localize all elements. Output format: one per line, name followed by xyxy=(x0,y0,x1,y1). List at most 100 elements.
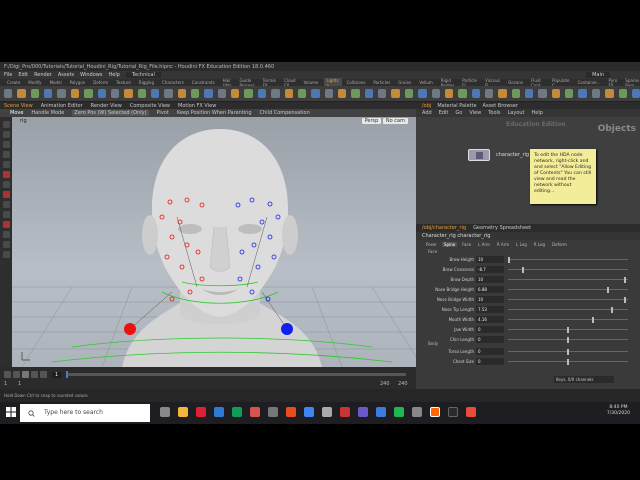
tab-params[interactable]: /obj/character_rig xyxy=(422,225,466,231)
param-value-field[interactable]: 7.53 xyxy=(476,306,504,313)
play-button[interactable] xyxy=(22,371,29,378)
camera-tool-icon[interactable] xyxy=(2,241,10,248)
shelf-tool-icon[interactable] xyxy=(44,89,53,98)
shelf-tool-icon[interactable] xyxy=(191,89,200,98)
param-slider[interactable] xyxy=(508,319,628,320)
tab-obj[interactable]: /obj xyxy=(422,103,431,109)
net-menu-edit[interactable]: Edit xyxy=(439,110,449,116)
desktop-selector[interactable]: Technical xyxy=(125,72,161,78)
shelf-tool-icon[interactable] xyxy=(578,89,587,98)
range-end-field[interactable]: 240 xyxy=(380,381,390,387)
app-icon-2[interactable] xyxy=(214,407,224,417)
shelf-tool-icon[interactable] xyxy=(351,89,360,98)
range-start-field[interactable]: 1 xyxy=(4,381,7,387)
move-tool-icon[interactable] xyxy=(2,131,10,138)
net-menu-view[interactable]: View xyxy=(469,110,481,116)
net-menu-add[interactable]: Add xyxy=(422,110,432,116)
param-value-field[interactable]: 4.16 xyxy=(476,316,504,323)
param-value-field[interactable]: 0 xyxy=(476,326,504,333)
param-slider-handle[interactable] xyxy=(623,277,626,283)
app-icon-4[interactable] xyxy=(250,407,260,417)
menu-edit[interactable]: Edit xyxy=(18,72,28,78)
menu-assets[interactable]: Assets xyxy=(58,72,74,78)
child-compensation-toggle[interactable]: Child Compensation xyxy=(260,110,310,116)
net-menu-tools[interactable]: Tools xyxy=(488,110,500,116)
shelf-tool-icon[interactable] xyxy=(498,89,507,98)
shelf-tool-icon[interactable] xyxy=(458,89,467,98)
shelf-tool-icon[interactable] xyxy=(137,89,146,98)
shelf-tool-icon[interactable] xyxy=(324,89,333,98)
frame-slider[interactable] xyxy=(66,373,406,376)
shelf-tool-icon[interactable] xyxy=(4,89,13,98)
magnet-tool-icon[interactable] xyxy=(2,221,10,228)
shelf-tab[interactable]: Characters xyxy=(159,80,187,85)
param-slider-handle[interactable] xyxy=(591,317,594,323)
shelf-tool-icon[interactable] xyxy=(57,89,66,98)
view-tool-icon[interactable] xyxy=(2,181,10,188)
param-slider-handle[interactable] xyxy=(610,307,613,313)
go-end-button[interactable] xyxy=(40,371,47,378)
shelf-tool-icon[interactable] xyxy=(538,89,547,98)
shelf-tool-icon[interactable] xyxy=(97,89,106,98)
shelf-tool-icon[interactable] xyxy=(257,89,267,98)
move-tool-label[interactable]: Move xyxy=(10,110,23,116)
param-slider-handle[interactable] xyxy=(522,267,525,273)
shelf-tool-icon[interactable] xyxy=(391,89,400,98)
shelf-tool-icon[interactable] xyxy=(471,89,480,98)
shelf-tab[interactable]: Collisions xyxy=(344,80,369,85)
frame-cursor[interactable] xyxy=(66,371,68,378)
shelf-tool-icon[interactable] xyxy=(605,89,614,98)
tab-asset-browser[interactable]: Asset Browser xyxy=(483,103,519,109)
shelf-tool-icon[interactable] xyxy=(337,89,347,98)
shelf-tool-icon[interactable] xyxy=(551,89,561,98)
shelf-tab[interactable]: Constraints xyxy=(189,80,218,85)
param-folder-tab[interactable]: R Leg xyxy=(532,242,547,247)
tab-animation-editor[interactable]: Animation Editor xyxy=(41,103,83,109)
shelf-tool-icon[interactable] xyxy=(177,89,187,98)
param-slider-handle[interactable] xyxy=(607,287,610,293)
left-shoulder-control[interactable] xyxy=(124,323,136,335)
shelf-tool-icon[interactable] xyxy=(244,89,253,98)
param-slider[interactable] xyxy=(508,289,628,290)
step-forward-button[interactable] xyxy=(31,371,38,378)
shelf-tool-icon[interactable] xyxy=(204,89,213,98)
handle-mode-toggle[interactable]: Handle Mode xyxy=(31,110,64,116)
shelf-tool-icon[interactable] xyxy=(164,89,173,98)
param-value-field[interactable]: 0 xyxy=(476,358,504,365)
shelf-tab[interactable]: Texture xyxy=(113,80,134,85)
shelf-tool-icon[interactable] xyxy=(70,89,80,98)
shelf-tab[interactable]: Create xyxy=(4,80,23,85)
lasso-tool-icon[interactable] xyxy=(2,211,10,218)
snap-tool-icon[interactable] xyxy=(2,191,10,198)
app-icon-5[interactable] xyxy=(268,407,278,417)
grid-tool-icon[interactable] xyxy=(2,231,10,238)
app-icon-3[interactable] xyxy=(232,407,242,417)
param-folder-tab[interactable]: Poser xyxy=(424,242,439,247)
param-folder-tab[interactable]: Deform xyxy=(550,242,569,247)
app-icon-10[interactable] xyxy=(358,407,368,417)
select-tool-icon[interactable] xyxy=(2,121,10,128)
app-icon-7[interactable] xyxy=(304,407,314,417)
shelf-tab[interactable]: Particles xyxy=(370,80,393,85)
tab-scene-view[interactable]: Scene View xyxy=(4,103,33,109)
shelf-tab[interactable]: Container... xyxy=(575,80,604,85)
keys-channels-button[interactable]: Keys, 0/0 channels xyxy=(554,376,614,383)
rotate-tool-icon[interactable] xyxy=(2,141,10,148)
shelf-tab[interactable]: Rigging xyxy=(136,80,157,85)
menu-help[interactable]: Help xyxy=(108,72,119,78)
param-folder-tab[interactable]: R Arm xyxy=(495,242,511,247)
shelf-tool-icon[interactable] xyxy=(150,89,160,98)
app-icon-1[interactable] xyxy=(196,407,206,417)
shelf-tool-icon[interactable] xyxy=(364,89,374,98)
menu-render[interactable]: Render xyxy=(34,72,52,78)
shelf-tool-icon[interactable] xyxy=(124,89,133,98)
node-name-field[interactable]: Character_rig character_rig xyxy=(422,233,490,239)
app-icon-12[interactable] xyxy=(412,407,422,417)
range-start-field-2[interactable]: 1 xyxy=(18,381,21,387)
tab-geometry-spreadsheet[interactable]: Geometry Spreadsheet xyxy=(473,225,531,231)
shelf-tab[interactable]: Modify xyxy=(25,80,44,85)
param-folder-tab[interactable]: Spine xyxy=(441,241,458,247)
houdini-taskbar-icon[interactable] xyxy=(430,407,440,417)
go-start-button[interactable] xyxy=(4,371,11,378)
zero-pos-toggle[interactable]: Zero Pos (W) Selected (Only) xyxy=(72,110,149,116)
